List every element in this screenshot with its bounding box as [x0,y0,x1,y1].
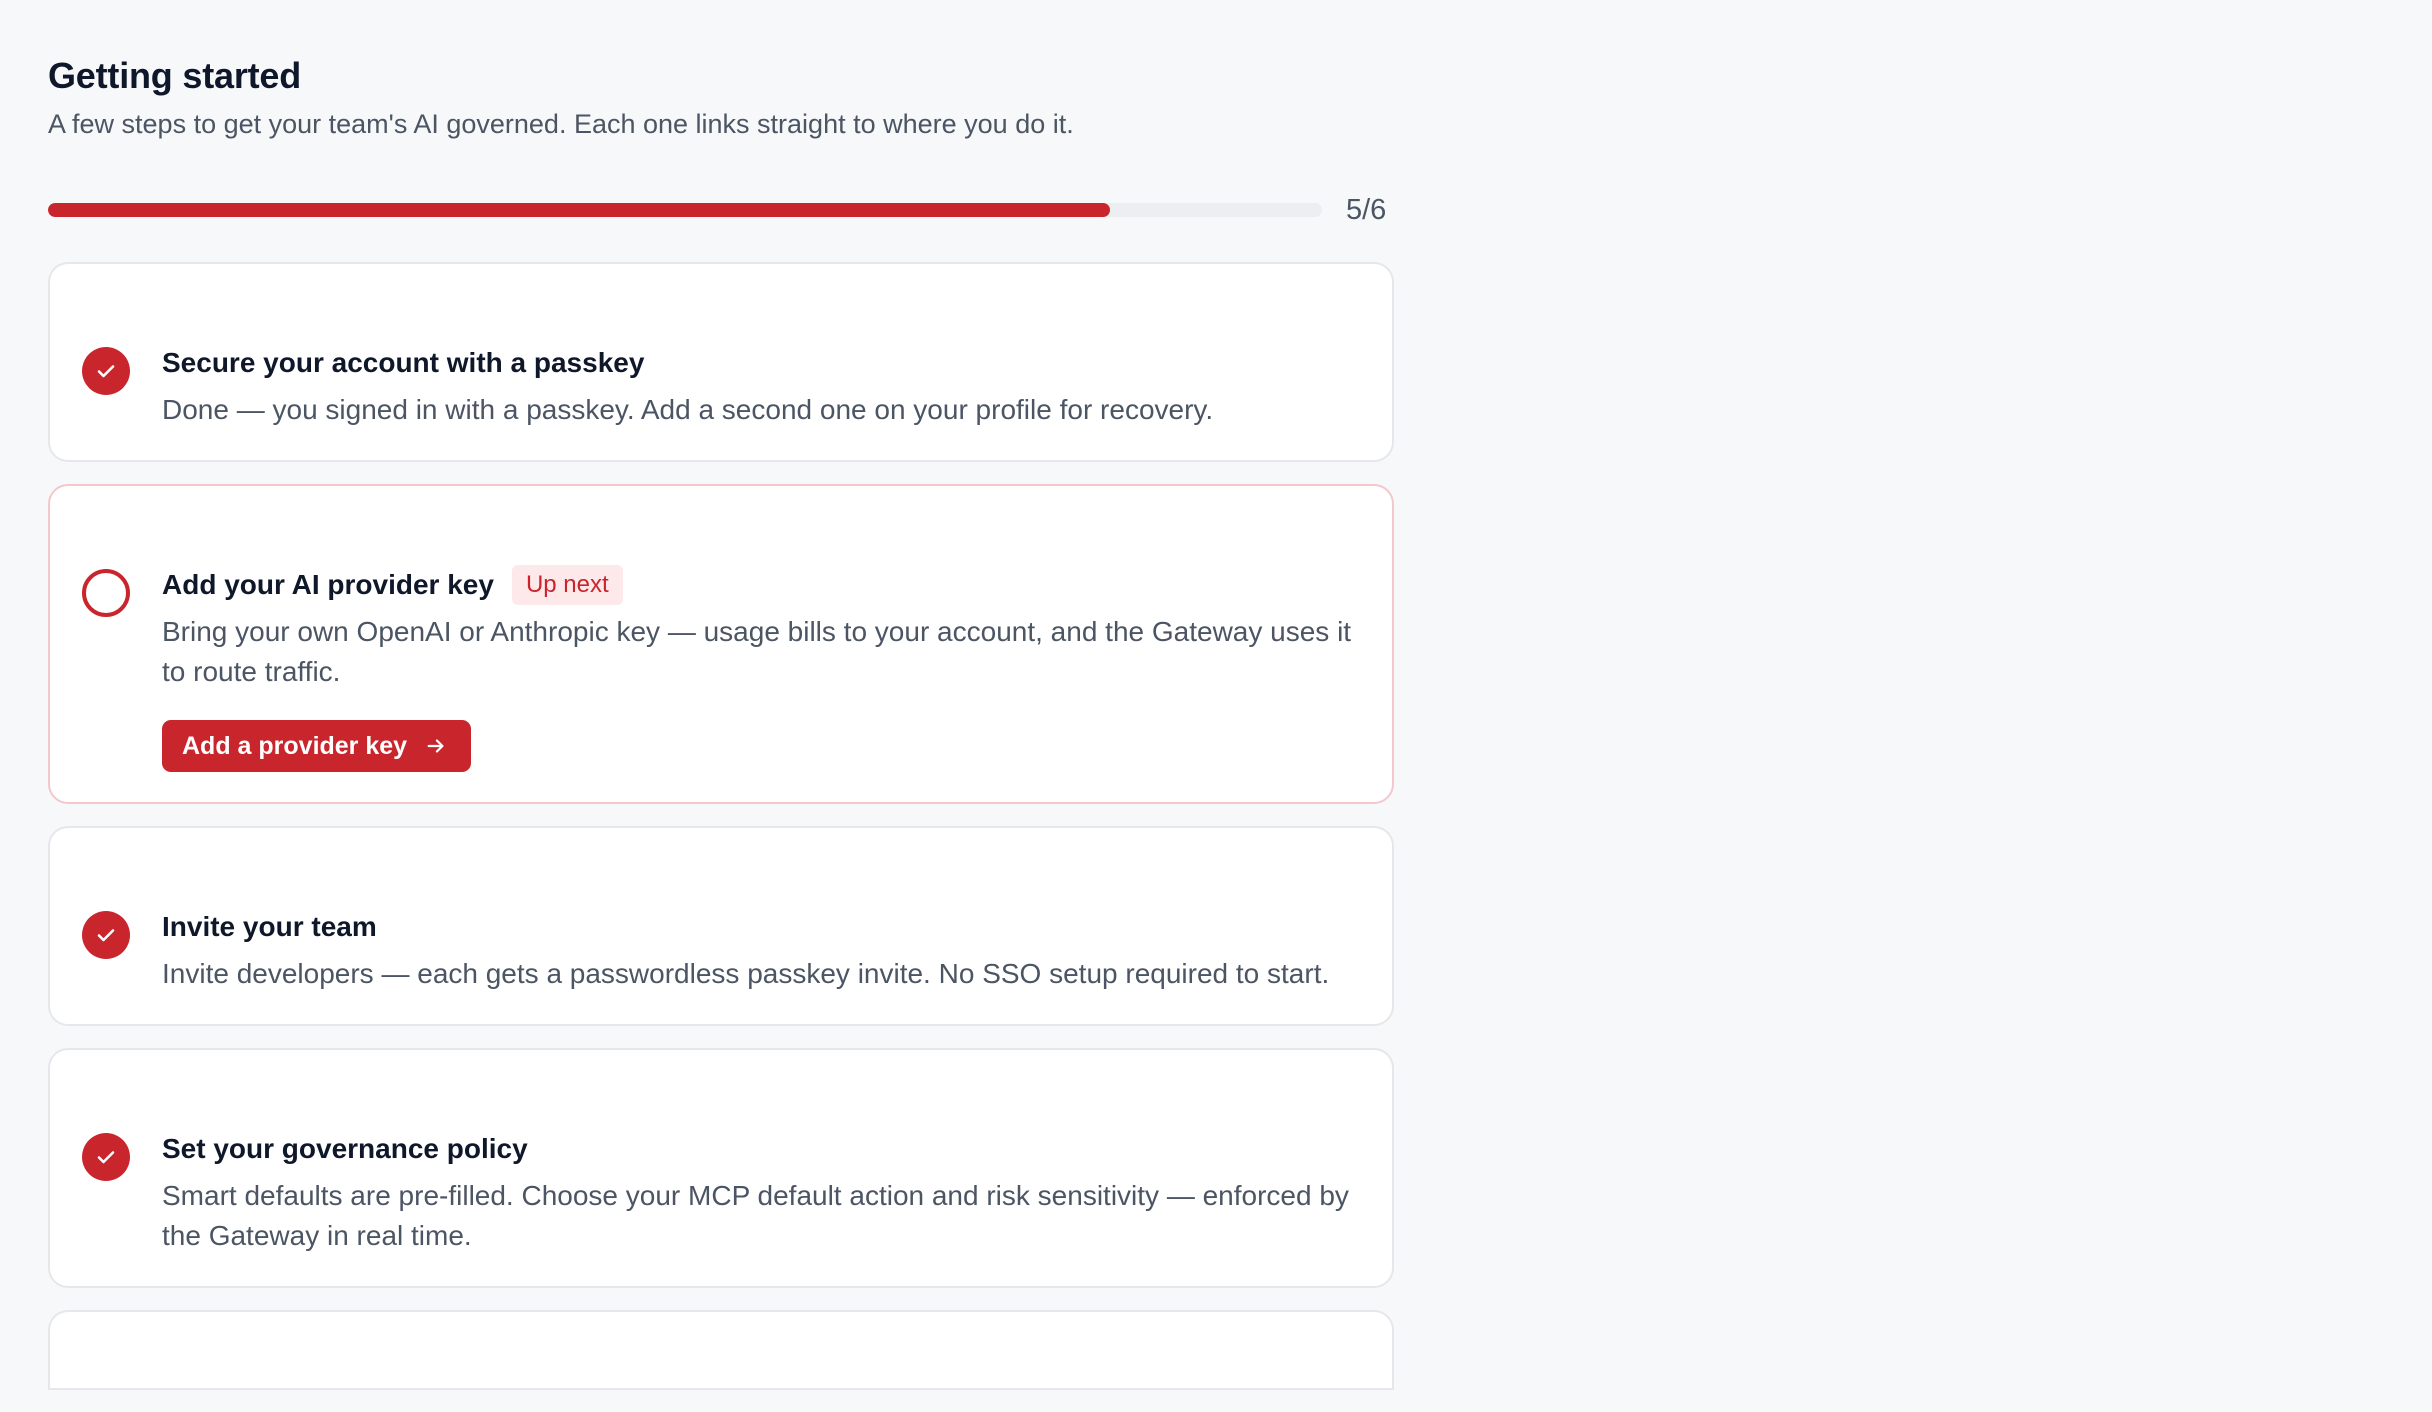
add-provider-key-button[interactable]: Add a provider key [162,720,472,772]
getting-started-panel: Getting started A few steps to get your … [48,52,1394,1412]
check-circle-icon [82,911,130,959]
step-description: Invite developers — each gets a password… [162,958,1330,989]
step-description: Bring your own OpenAI or Anthropic key —… [162,616,1352,687]
step-title: Secure your account with a passkey [162,347,645,378]
step-card-next[interactable] [48,1310,1394,1390]
step-title: Set your governance policy [162,1133,528,1164]
arrow-right-icon [427,739,444,753]
progress-row: 5/6 [48,190,1394,230]
step-card-invite-team[interactable]: Invite your team Invite developers — eac… [48,826,1394,1026]
check-circle-icon [82,1133,130,1181]
empty-circle-icon [82,569,130,617]
step-description: Done — you signed in with a passkey. Add… [162,394,1214,425]
step-header: Set your governance policy [162,1128,1352,1170]
progress-bar [48,203,1322,217]
step-title: Invite your team [162,911,377,942]
check-circle-icon [82,347,130,395]
add-provider-key-button-label: Add a provider key [182,731,408,760]
page-subtitle: A few steps to get your team's AI govern… [48,109,1074,139]
progress-count: 5/6 [1346,194,1387,226]
step-header: Secure your account with a passkey [162,342,1352,384]
steps-list: Secure your account with a passkey Done … [48,262,1394,1390]
step-title: Add your AI provider key [162,569,494,600]
step-card-governance-policy[interactable]: Set your governance policy Smart default… [48,1048,1394,1288]
step-header: Add your AI provider key Up next [162,564,1352,606]
step-description: Smart defaults are pre-filled. Choose yo… [162,1180,1349,1251]
up-next-badge: Up next [511,565,623,605]
step-header: Invite your team [162,906,1352,948]
step-card-provider-key[interactable]: Add your AI provider key Up next Bring y… [48,484,1394,804]
page-title: Getting started [48,55,302,96]
step-card-passkey[interactable]: Secure your account with a passkey Done … [48,262,1394,462]
progress-bar-fill [48,203,1110,217]
